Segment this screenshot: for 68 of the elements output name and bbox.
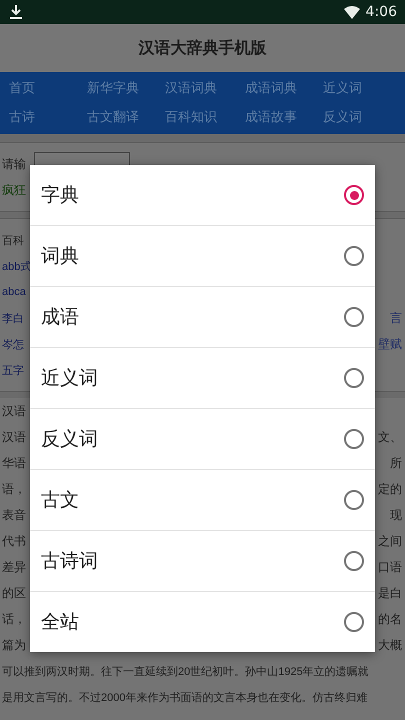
dialog-option[interactable]: 近义词: [30, 348, 375, 409]
article-text: 的区: [2, 584, 26, 602]
option-label: 成语: [41, 305, 79, 330]
article-link[interactable]: 李白: [2, 310, 24, 326]
article-text: 的名: [378, 610, 402, 628]
dialog-option[interactable]: 全站: [30, 592, 375, 652]
dialog-option[interactable]: 词典: [30, 226, 375, 287]
nav-link[interactable]: 古文翻译: [87, 103, 165, 132]
radio-button[interactable]: [344, 246, 364, 266]
article-text: 代书: [2, 532, 26, 550]
article-text: 是用文言写的。不过2000年来作为书面语的文言本身也在变化。仿古终归难: [2, 690, 368, 704]
dialog-option[interactable]: 反义词: [30, 409, 375, 470]
article-text: 口语: [378, 558, 402, 576]
nav-link[interactable]: 百科知识: [165, 103, 245, 132]
nav-link[interactable]: 成语故事: [245, 103, 323, 132]
option-label: 全站: [41, 610, 79, 635]
option-label: 古文: [41, 488, 79, 513]
download-icon: [10, 5, 22, 19]
article-text: 语，: [2, 480, 26, 498]
article-link[interactable]: 岑怎: [2, 336, 24, 352]
hot-link[interactable]: 疯狂: [2, 182, 26, 198]
article-text: 差异: [2, 558, 26, 576]
nav-link[interactable]: 首页: [9, 74, 87, 103]
option-label: 字典: [41, 183, 79, 208]
article-link[interactable]: 五字: [2, 362, 24, 378]
article-link[interactable]: 壁赋: [378, 336, 402, 352]
dialog-option[interactable]: 成语: [30, 287, 375, 348]
option-label: 词典: [41, 244, 79, 269]
article-text: 大概: [378, 636, 402, 654]
app-title: 汉语大辞典手机版: [138, 38, 266, 58]
nav-link[interactable]: 新华字典: [87, 74, 165, 103]
article-text: 定的: [378, 480, 402, 498]
article-text: 话，: [2, 610, 26, 628]
radio-button[interactable]: [344, 368, 364, 388]
status-time: 4:06: [366, 4, 397, 20]
dialog-option[interactable]: 古诗词: [30, 531, 375, 592]
article-text: 表音: [2, 506, 26, 524]
section-heading: 百科: [2, 234, 24, 248]
article-link[interactable]: 言: [390, 310, 402, 326]
article-text: 汉语: [2, 428, 26, 446]
article-link[interactable]: abca: [2, 286, 26, 298]
article-text: 可以推到两汉时期。往下一直延续到20世纪初叶。孙中山1925年立的遗嘱就: [2, 664, 369, 678]
option-label: 近义词: [41, 366, 98, 391]
dialog-option[interactable]: 字典: [30, 165, 375, 226]
article-text: 是白: [378, 584, 402, 602]
nav-link[interactable]: 古诗: [9, 103, 87, 132]
search-prompt: 请输: [2, 156, 26, 172]
nav-link[interactable]: 反义词: [323, 103, 405, 132]
nav-link[interactable]: 汉语词典: [165, 74, 245, 103]
article-text: 文、: [378, 428, 402, 446]
article-text: 现: [390, 506, 402, 524]
section-heading: 汉语: [2, 402, 26, 420]
option-label: 古诗词: [41, 549, 98, 574]
dialog-option[interactable]: 古文: [30, 470, 375, 531]
radio-button[interactable]: [344, 551, 364, 571]
article-text: 篇为: [2, 636, 26, 654]
radio-button[interactable]: [344, 490, 364, 510]
wifi-icon: [344, 6, 360, 18]
radio-button[interactable]: [344, 612, 364, 632]
radio-button[interactable]: [344, 307, 364, 327]
article-text: 之间: [378, 532, 402, 550]
nav-link[interactable]: 成语词典: [245, 74, 323, 103]
article-text: 所: [390, 454, 402, 472]
radio-button[interactable]: [344, 429, 364, 449]
nav-link[interactable]: 近义词: [323, 74, 405, 103]
radio-button[interactable]: [344, 185, 364, 205]
article-text: 华语: [2, 454, 26, 472]
option-label: 反义词: [41, 427, 98, 452]
